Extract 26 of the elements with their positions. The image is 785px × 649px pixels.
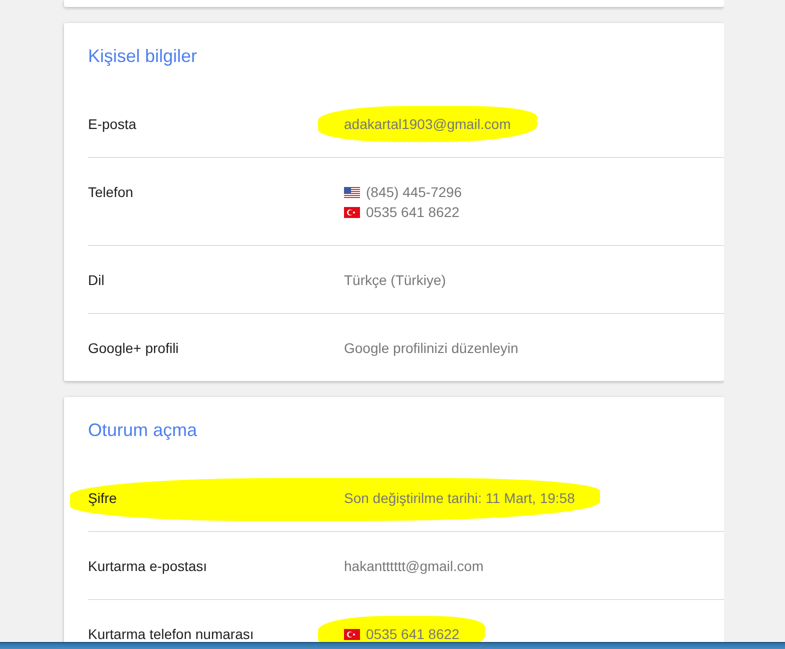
field-value[interactable]: Son değiştirilme tarihi: 11 Mart, 19:58 xyxy=(344,488,575,508)
section-title: Oturum açma xyxy=(88,419,198,441)
field-value[interactable]: 0535 641 8622 xyxy=(366,202,460,222)
field-label: Google+ profili xyxy=(88,339,180,358)
settings-row[interactable]: Kurtarma e-postası hakantttttt@gmail.com xyxy=(88,531,724,599)
settings-row[interactable]: Şifre Son değiştirilme tarihi: 11 Mart, 19:58 xyxy=(88,464,724,531)
field-label: Şifre xyxy=(88,489,118,508)
field-value[interactable]: 0535 641 8622 xyxy=(366,624,460,642)
section-title: Kişisel bilgiler xyxy=(88,45,198,67)
field-label: E-posta xyxy=(88,115,138,134)
field-value[interactable]: (845) 445-7296 xyxy=(366,182,462,202)
settings-row[interactable]: E-posta adakartal1903@gmail.com xyxy=(88,90,724,157)
field-label: Dil xyxy=(88,271,106,290)
turkey-flag-icon xyxy=(344,628,360,640)
field-label: Kurtarma e-postası xyxy=(88,557,208,576)
field-value[interactable]: adakartal1903@gmail.com xyxy=(344,114,511,134)
settings-row[interactable]: Dil Türkçe (Türkiye) xyxy=(88,245,724,313)
field-value[interactable]: Türkçe (Türkiye) xyxy=(344,270,446,290)
field-label: Telefon xyxy=(88,183,134,202)
field-value[interactable]: Google profilinizi düzenleyin xyxy=(344,338,518,358)
settings-row[interactable]: Telefon (845) 445-7296 0535 641 8622 xyxy=(88,157,724,245)
turkey-flag-icon xyxy=(344,206,360,218)
field-label: Kurtarma telefon numarası xyxy=(88,625,255,642)
field-value[interactable]: hakantttttt@gmail.com xyxy=(344,556,484,576)
settings-row[interactable]: Google+ profili Google profilinizi düzenleyin xyxy=(88,313,724,381)
us-flag-icon xyxy=(344,186,360,198)
